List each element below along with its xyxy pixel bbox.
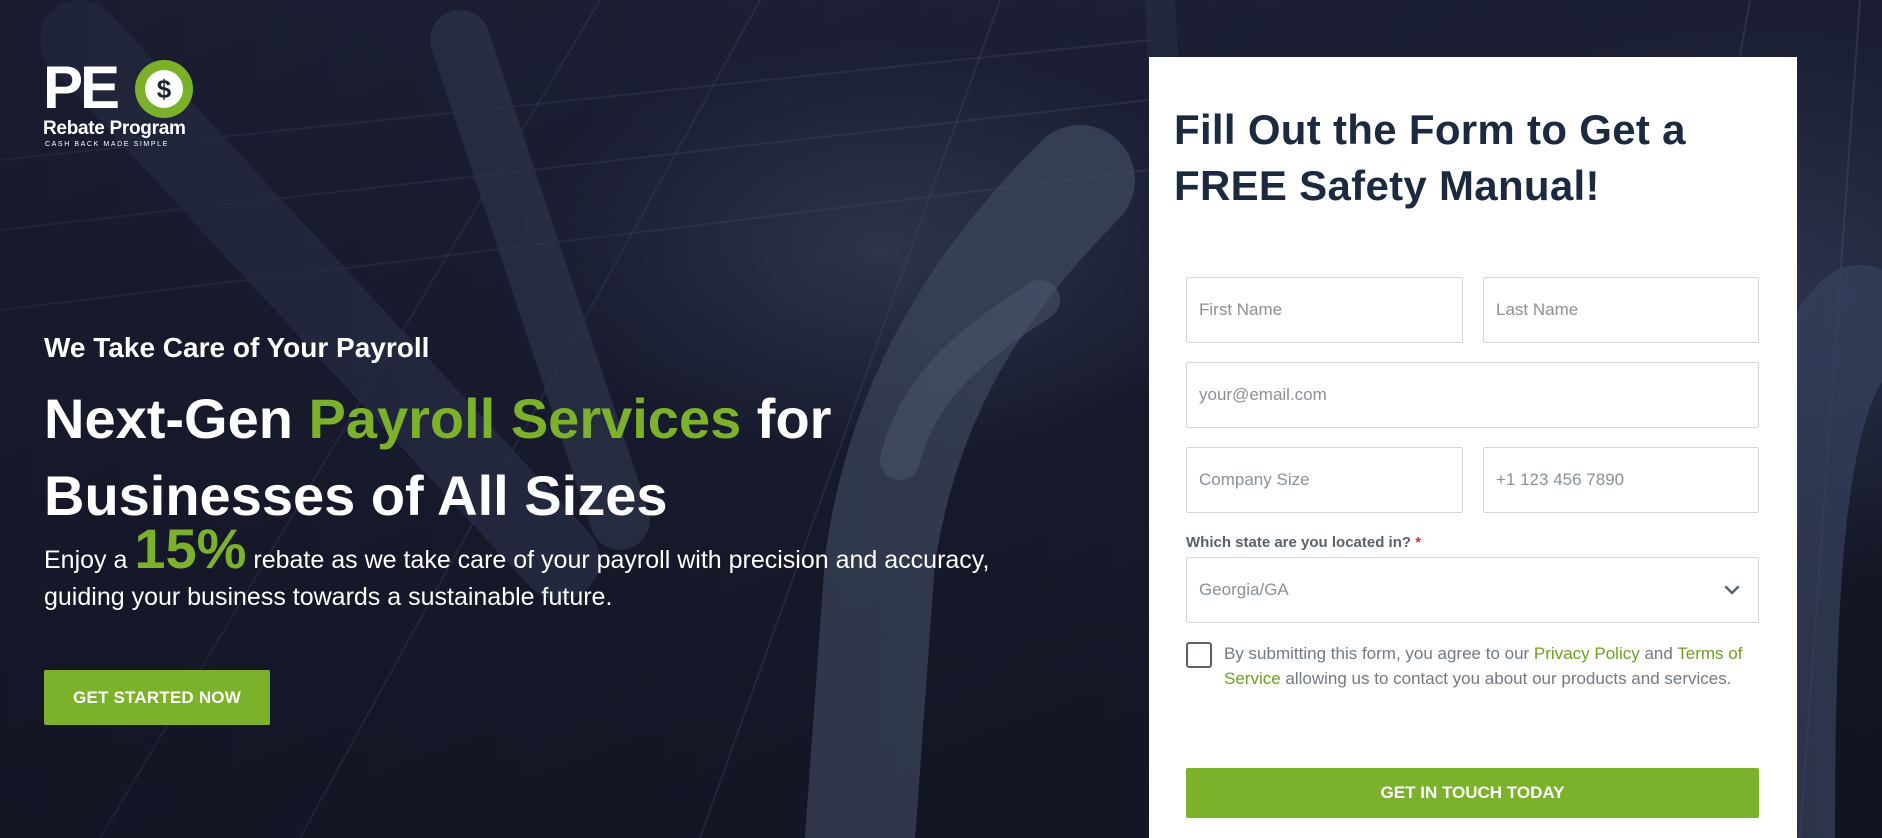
required-asterisk: *: [1415, 534, 1422, 551]
hero-section: PE $ Rebate Program CASH BACK MADE SIMPL…: [0, 0, 1882, 838]
consent-text: By submitting this form, you agree to ou…: [1224, 641, 1744, 691]
lead-form-card: Fill Out the Form to Get a FREE Safety M…: [1149, 57, 1797, 838]
privacy-policy-link[interactable]: Privacy Policy: [1534, 644, 1640, 663]
logo-wordmark: PE: [43, 54, 120, 121]
hero-headline: Next-Gen Payroll Services for Businesses…: [44, 380, 984, 534]
state-select-value: Georgia/GA: [1199, 580, 1289, 599]
form-title: Fill Out the Form to Get a FREE Safety M…: [1174, 106, 1686, 209]
get-in-touch-button[interactable]: GET IN TOUCH TODAY: [1186, 768, 1759, 818]
lede-pre: Enjoy a: [44, 546, 135, 574]
consent-post: allowing us to contact you about our pro…: [1280, 669, 1732, 688]
hero-kicker: We Take Care of Your Payroll: [44, 332, 430, 363]
consent-pre: By submitting this form, you agree to ou…: [1224, 644, 1534, 663]
email-field[interactable]: [1186, 362, 1759, 428]
company-size-field[interactable]: [1186, 447, 1463, 513]
state-label: Which state are you located in? *: [1186, 534, 1421, 551]
headline-part1: Next-Gen: [44, 387, 309, 450]
logo-subtitle: Rebate Program: [43, 118, 186, 139]
dollar-icon: $: [145, 70, 183, 108]
brand-logo[interactable]: PE $ Rebate Program CASH BACK MADE SIMPL…: [43, 58, 203, 150]
phone-field[interactable]: [1483, 447, 1759, 513]
consent-and: and: [1639, 644, 1678, 663]
state-select[interactable]: Georgia/GA: [1186, 557, 1759, 623]
hero-description: Enjoy a 15% rebate as we take care of yo…: [44, 521, 1004, 616]
headline-accent: Payroll Services: [308, 387, 742, 450]
get-started-button[interactable]: GET STARTED NOW: [44, 670, 270, 725]
consent-checkbox[interactable]: [1186, 642, 1212, 668]
last-name-field[interactable]: [1483, 277, 1759, 343]
coin-icon: $: [135, 60, 193, 118]
logo-tagline: CASH BACK MADE SIMPLE: [45, 141, 169, 148]
chevron-down-icon: [1724, 585, 1740, 595]
state-label-text: Which state are you located in?: [1186, 534, 1412, 551]
rebate-percent: 15%: [134, 517, 247, 580]
first-name-field[interactable]: [1186, 277, 1463, 343]
